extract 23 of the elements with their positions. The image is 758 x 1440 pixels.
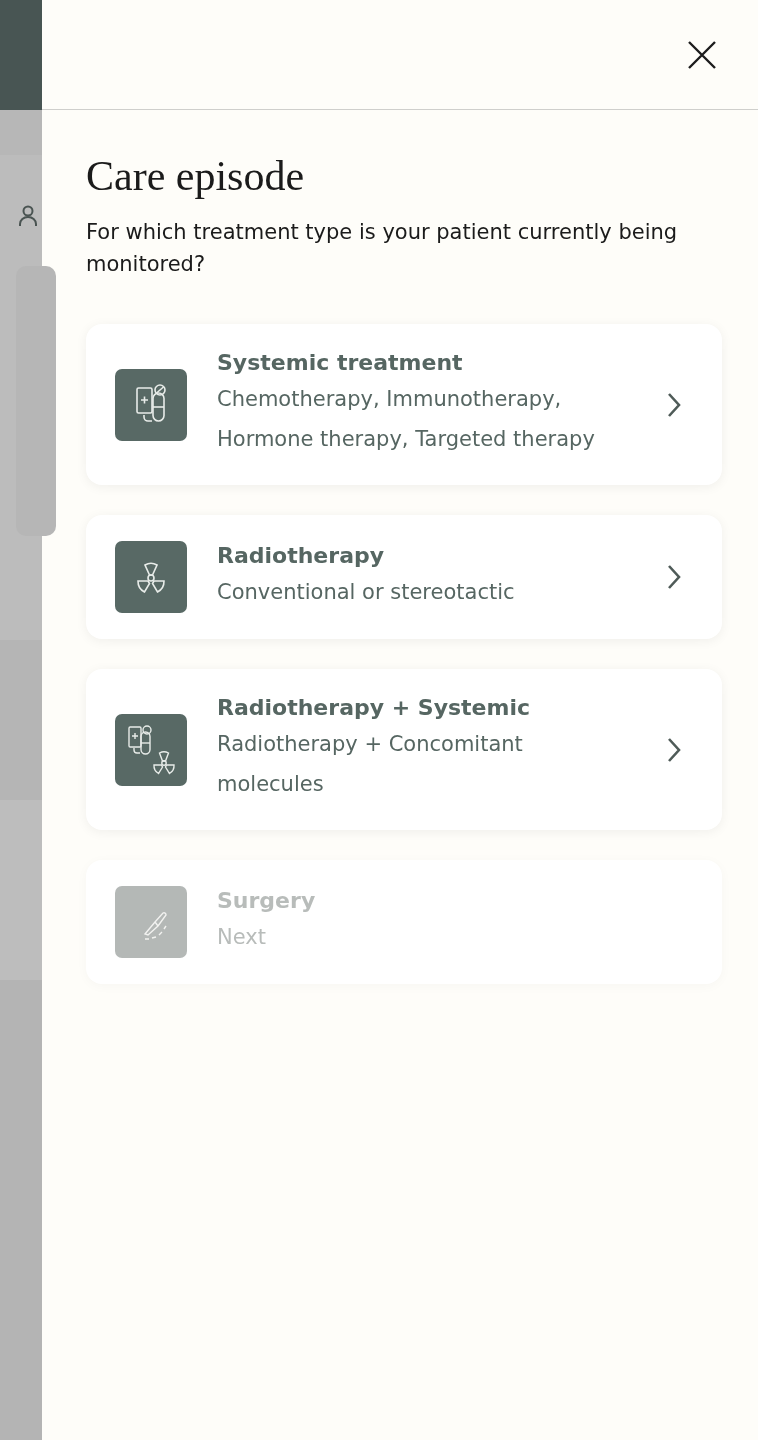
medication-icon [115, 368, 187, 441]
close-button[interactable] [686, 38, 718, 71]
user-icon [18, 204, 38, 228]
option-description: Chemotherapy, Immunotherapy, Hormone therapy, Targeted therapy [217, 386, 596, 453]
treatment-option[interactable]: Systemic treatment Chemotherapy, Immunotherapy, Hormone therapy, Targeted therapy [86, 324, 722, 485]
scalpel-icon [115, 886, 187, 958]
option-title: Radiotherapy + Systemic [217, 695, 532, 720]
close-icon [686, 38, 718, 71]
medication-radiation-icon [115, 713, 187, 786]
radiation-icon [115, 541, 187, 613]
treatment-option[interactable]: Radiotherapy Conventional or stereotactic [86, 515, 722, 639]
dialog-title: Care episode [86, 152, 306, 200]
chevron-right-icon [666, 391, 682, 418]
option-title: Radiotherapy [217, 542, 386, 568]
option-title: Surgery [217, 887, 317, 913]
option-description: Conventional or stereotactic [217, 578, 516, 606]
chevron-right-icon [666, 736, 682, 763]
treatment-option[interactable]: Radiotherapy + Systemic Radiotherapy + Concomitant molecules [86, 669, 722, 830]
chevron-right-icon [666, 564, 682, 590]
option-description: Next [217, 923, 267, 951]
option-description: Radiotherapy + Concomitant molecules [217, 731, 524, 798]
question-text: For which treatment type is your patient currently being monitored? [86, 219, 679, 278]
option-title: Systemic treatment [217, 350, 464, 375]
